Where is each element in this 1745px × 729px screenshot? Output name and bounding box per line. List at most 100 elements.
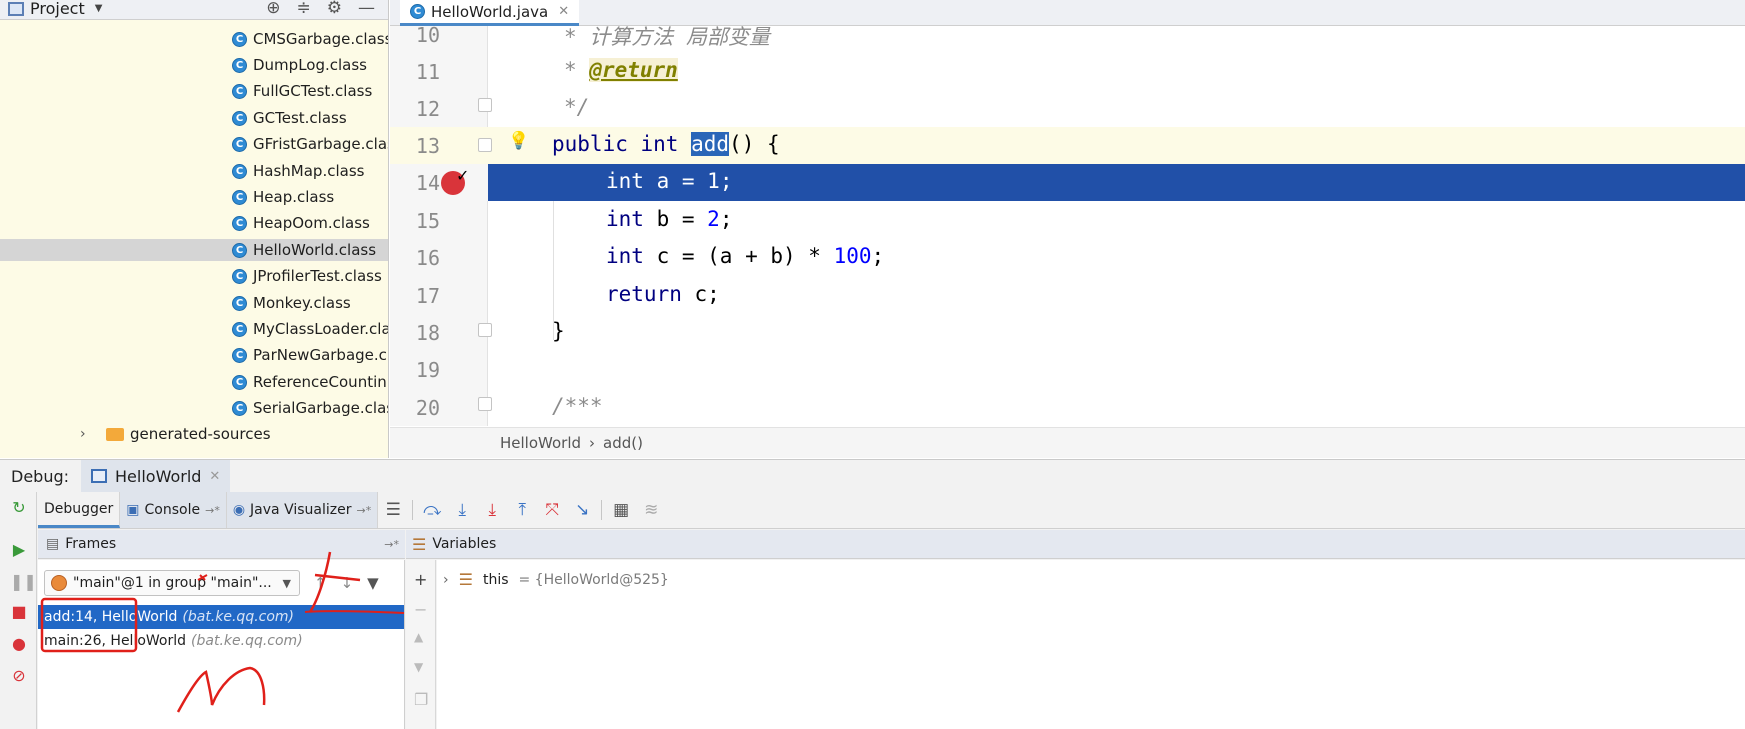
code-line-16[interactable]: 16 int c = (a + b) * 100; bbox=[390, 239, 1745, 276]
step-out-icon[interactable]: ⤒ bbox=[507, 500, 537, 520]
tree-item-class[interactable]: C Heap.class bbox=[232, 186, 334, 208]
remove-icon[interactable]: − bbox=[414, 600, 427, 619]
resume-icon[interactable]: ▶ bbox=[10, 540, 28, 559]
code-line-15[interactable]: 15 int b = 2; bbox=[390, 202, 1745, 239]
code-line-13[interactable]: 13 💡 public int add() { bbox=[390, 127, 1745, 164]
debug-action-strip: ↻ ▶ ❚❚ ■ ● ⊘ bbox=[0, 492, 37, 729]
pause-icon[interactable]: ❚❚ bbox=[10, 572, 37, 591]
code-line-10[interactable]: 10 * 计算方法 局部变量 bbox=[390, 16, 1745, 53]
thread-dropdown[interactable]: "main"@1 in group "main"... ▼ bbox=[44, 570, 300, 596]
tree-item-class[interactable]: C MyClassLoader.cla bbox=[232, 318, 389, 340]
tab-debugger[interactable]: Debugger bbox=[38, 492, 121, 528]
pin-icon[interactable]: →* bbox=[205, 504, 220, 517]
add-watch-icon[interactable]: + bbox=[414, 570, 427, 589]
locate-icon[interactable]: ⊕ bbox=[266, 0, 280, 18]
variables-header: ☰ Variables bbox=[406, 530, 1745, 559]
variables-tree: › ☰ this = {HelloWorld@525} bbox=[437, 560, 1745, 729]
minimize-icon[interactable]: — bbox=[358, 0, 375, 18]
tree-item-label: HelloWorld.class bbox=[253, 241, 377, 259]
frame-row-selected[interactable]: add:14, HelloWorld (bat.ke.qq.com) bbox=[38, 605, 404, 629]
tab-label: Console bbox=[144, 502, 201, 518]
class-icon: C bbox=[232, 268, 247, 284]
code-line-12[interactable]: 12 */ bbox=[390, 90, 1745, 127]
fold-marker-icon[interactable] bbox=[478, 98, 492, 112]
rerun-icon[interactable]: ↻ bbox=[10, 498, 28, 517]
tree-item-label: MyClassLoader.cla bbox=[253, 320, 389, 338]
tree-item-label: JProfilerTest.class bbox=[253, 267, 382, 285]
code-line-20[interactable]: 20 /*** bbox=[390, 389, 1745, 426]
pin-icon[interactable]: →* bbox=[384, 538, 399, 551]
tree-item-class[interactable]: C FullGCTest.class bbox=[232, 80, 372, 102]
project-view-selector[interactable]: Project ▼ bbox=[8, 0, 102, 18]
line-number: 11 bbox=[415, 60, 440, 84]
layout-menu-icon[interactable]: ☰ bbox=[378, 500, 408, 520]
tree-item-class[interactable]: C SerialGarbage.clas bbox=[232, 397, 388, 419]
fold-marker-icon[interactable] bbox=[478, 323, 492, 337]
copy-icon[interactable]: ❐ bbox=[414, 690, 428, 709]
tab-console[interactable]: ▣ Console →* bbox=[120, 492, 227, 528]
code-keyword: int bbox=[606, 169, 644, 193]
toolbar-separator bbox=[412, 500, 414, 520]
fold-marker-icon[interactable] bbox=[478, 138, 492, 152]
tree-item-class[interactable]: C Monkey.class bbox=[232, 292, 351, 314]
tree-item-class[interactable]: C HeapOom.class bbox=[232, 212, 370, 234]
tree-item-class[interactable]: C ParNewGarbage.cl bbox=[232, 344, 388, 366]
code-line-19[interactable]: 19 bbox=[390, 351, 1745, 388]
frame-row[interactable]: main:26, HelloWorld (bat.ke.qq.com) bbox=[38, 629, 404, 653]
line-number: 18 bbox=[415, 321, 440, 345]
move-down-icon[interactable]: ▼ bbox=[414, 660, 423, 674]
filter-icon[interactable]: ▼ bbox=[367, 574, 379, 592]
code-line-17[interactable]: 17 return c; bbox=[390, 277, 1745, 314]
frames-icon: ▤ bbox=[46, 536, 60, 552]
code-text: ; bbox=[871, 244, 885, 268]
step-into-icon[interactable]: ⤓ bbox=[447, 500, 477, 520]
step-over-icon[interactable]: ⤼ bbox=[417, 500, 447, 520]
code-line-18[interactable]: 18 } bbox=[390, 314, 1745, 351]
tree-item-class[interactable]: C DumpLog.class bbox=[232, 54, 367, 76]
trace-icon[interactable]: ≋ bbox=[636, 500, 666, 520]
chevron-right-icon[interactable]: › bbox=[443, 572, 449, 588]
fold-marker-icon[interactable] bbox=[478, 397, 492, 411]
stop-icon[interactable]: ■ bbox=[10, 602, 28, 621]
project-title: Project bbox=[30, 0, 85, 18]
run-to-cursor-icon[interactable]: ↘ bbox=[567, 500, 597, 520]
evaluate-expression-icon[interactable]: ▦ bbox=[606, 500, 636, 520]
tree-item-class[interactable]: C GCTest.class bbox=[232, 107, 347, 129]
code-line-14-current-execution[interactable]: 14 ✓ int a = 1; bbox=[390, 164, 1745, 201]
tree-item-class[interactable]: C GFristGarbage.clas bbox=[232, 133, 388, 155]
close-icon[interactable]: ✕ bbox=[209, 469, 220, 484]
method-name: add bbox=[691, 132, 730, 156]
breadcrumb-class[interactable]: HelloWorld bbox=[500, 434, 581, 452]
chevron-right-icon[interactable]: › bbox=[80, 426, 94, 442]
checkmark-icon: ✓ bbox=[456, 166, 470, 185]
mute-breakpoints-icon[interactable]: ⊘ bbox=[10, 666, 28, 685]
tree-item-class[interactable]: C CMSGarbage.class bbox=[232, 28, 388, 50]
debug-session-tab[interactable]: HelloWorld ✕ bbox=[81, 460, 231, 492]
gear-icon[interactable]: ⚙ bbox=[327, 0, 342, 18]
line-number: 13 bbox=[415, 134, 440, 158]
class-icon: C bbox=[232, 57, 247, 73]
thread-label: "main"@1 in group "main"... bbox=[73, 575, 272, 591]
arrow-down-icon[interactable]: ↓ bbox=[341, 574, 354, 592]
drop-frame-icon[interactable]: ⤧ bbox=[537, 500, 567, 520]
force-step-into-icon[interactable]: ⤓ bbox=[477, 500, 507, 520]
arrow-up-icon[interactable]: ↑ bbox=[314, 574, 327, 592]
line-number: 12 bbox=[415, 97, 440, 121]
tree-item-class[interactable]: C JProfilerTest.class bbox=[232, 265, 382, 287]
ide-window: Project ▼ ⊕ ≑ ⚙ — C CMSGarbage.class C Dum… bbox=[0, 0, 1745, 729]
collapse-all-icon[interactable]: ≑ bbox=[297, 0, 311, 18]
tree-item-class-selected[interactable]: C HelloWorld.class bbox=[0, 239, 388, 261]
code-keyword: public bbox=[552, 132, 628, 156]
breadcrumb-method[interactable]: add() bbox=[603, 434, 643, 452]
variable-row[interactable]: › ☰ this = {HelloWorld@525} bbox=[443, 570, 669, 589]
tree-item-label: DumpLog.class bbox=[253, 56, 367, 74]
tab-java-visualizer[interactable]: ◉ Java Visualizer →* bbox=[226, 492, 379, 528]
pin-icon[interactable]: →* bbox=[356, 504, 371, 517]
tree-item-class[interactable]: C HashMap.class bbox=[232, 160, 364, 182]
move-up-icon[interactable]: ▲ bbox=[414, 630, 423, 644]
lightbulb-icon[interactable]: 💡 bbox=[508, 131, 529, 151]
tree-item-class[interactable]: C ReferenceCountin bbox=[232, 371, 387, 393]
view-breakpoints-icon[interactable]: ● bbox=[10, 634, 28, 653]
tree-item-folder[interactable]: › generated-sources bbox=[80, 423, 271, 445]
code-line-11[interactable]: 11 * @return bbox=[390, 53, 1745, 90]
